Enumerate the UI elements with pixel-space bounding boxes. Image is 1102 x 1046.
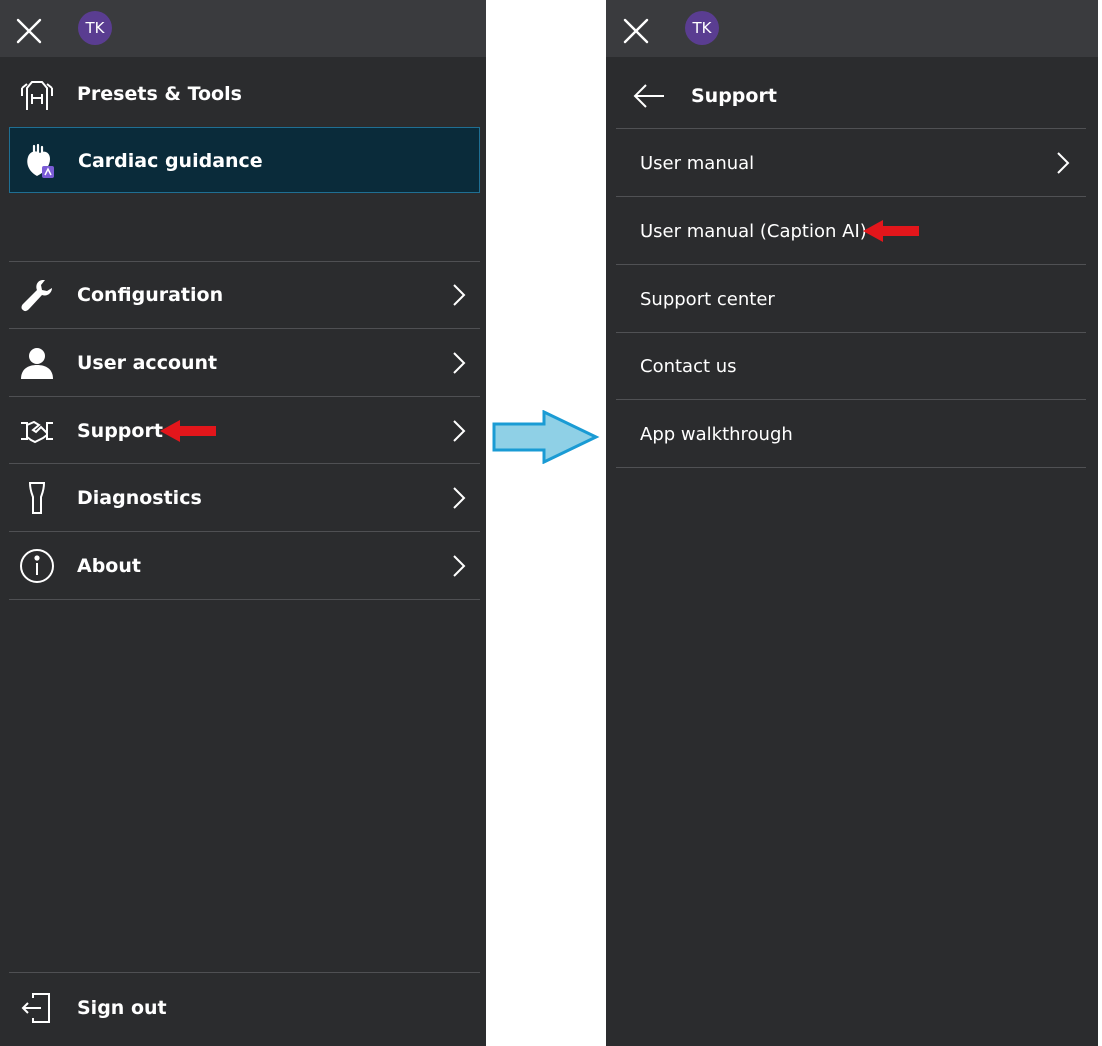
divider [9, 531, 480, 532]
back-arrow-icon[interactable] [632, 81, 666, 111]
support-item-label: User manual (Caption AI) [640, 221, 867, 242]
cardiac-guidance-icon [20, 143, 56, 179]
support-item-app-walkthrough[interactable]: App walkthrough [616, 401, 1086, 467]
menu-item-label: Support [77, 420, 163, 442]
divider [9, 328, 480, 329]
menu-item-label: Configuration [77, 284, 224, 306]
divider [9, 396, 480, 397]
user-icon [19, 345, 55, 381]
page-title: Support [691, 85, 777, 107]
chevron-right-icon [1056, 151, 1070, 175]
menu-item-support[interactable]: Support [9, 398, 480, 464]
menu-item-presets-tools[interactable]: Presets & Tools [9, 61, 480, 127]
divider [616, 128, 1086, 129]
support-header: Support [616, 62, 1086, 128]
chevron-right-icon [452, 351, 466, 375]
support-item-user-manual-caption-ai[interactable]: User manual (Caption AI) [616, 198, 1086, 264]
chevron-right-icon [452, 486, 466, 510]
menu-item-user-account[interactable]: User account [9, 330, 480, 396]
annotation-blue-arrow [492, 410, 600, 464]
chevron-right-icon [452, 554, 466, 578]
menu-item-label: Diagnostics [77, 487, 202, 509]
annotation-red-arrow [160, 420, 216, 442]
avatar[interactable]: TK [78, 11, 112, 45]
support-item-label: Support center [640, 289, 775, 310]
close-icon[interactable] [620, 15, 652, 47]
support-item-label: App walkthrough [640, 424, 793, 445]
menu-item-label: Cardiac guidance [78, 150, 263, 172]
menu-item-about[interactable]: About [9, 533, 480, 599]
divider [9, 972, 480, 973]
support-item-label: Contact us [640, 356, 737, 377]
menu-item-diagnostics[interactable]: Diagnostics [9, 465, 480, 531]
support-panel: TK Support User manual User manual (Capt… [606, 0, 1098, 1046]
support-item-label: User manual [640, 153, 755, 174]
divider [616, 399, 1086, 400]
divider [616, 467, 1086, 468]
presets-tools-icon [19, 76, 55, 112]
support-item-user-manual[interactable]: User manual [616, 130, 1086, 196]
top-bar: TK [0, 0, 486, 57]
divider [9, 599, 480, 600]
sign-out-label: Sign out [77, 997, 167, 1019]
menu-item-label: Presets & Tools [77, 83, 242, 105]
main-menu-panel: TK Presets & Tools Cardiac guidance Conf… [0, 0, 486, 1046]
chevron-right-icon [452, 283, 466, 307]
handshake-icon [19, 413, 55, 449]
annotation-red-arrow [863, 220, 919, 242]
info-icon [19, 548, 55, 584]
support-item-support-center[interactable]: Support center [616, 266, 1086, 332]
support-item-contact-us[interactable]: Contact us [616, 333, 1086, 399]
top-bar: TK [606, 0, 1098, 57]
divider [616, 264, 1086, 265]
menu-item-label: About [77, 555, 141, 577]
menu-item-label: User account [77, 352, 218, 374]
menu-item-configuration[interactable]: Configuration [9, 262, 480, 328]
wrench-icon [19, 277, 55, 313]
avatar[interactable]: TK [685, 11, 719, 45]
menu-item-cardiac-guidance[interactable]: Cardiac guidance [9, 127, 480, 193]
divider [616, 196, 1086, 197]
probe-icon [19, 480, 55, 516]
divider [9, 463, 480, 464]
chevron-right-icon [452, 419, 466, 443]
sign-out-icon [19, 990, 55, 1026]
sign-out-button[interactable]: Sign out [9, 975, 480, 1041]
close-icon[interactable] [13, 15, 45, 47]
